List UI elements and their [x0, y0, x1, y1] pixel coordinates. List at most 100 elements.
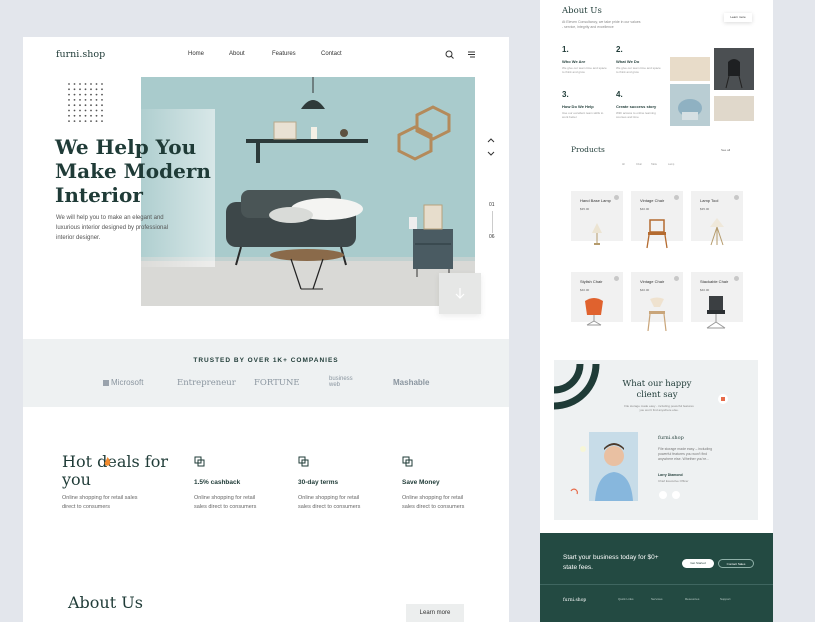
filter-lamp[interactable]: Lamp [668, 163, 674, 166]
about-title: About Us [68, 593, 143, 612]
pattern-dot [79, 120, 81, 122]
lamp-image [710, 218, 724, 246]
product-name: Vintage Chair [640, 198, 665, 203]
page-preview: About Us At Eleven Consultancy, we take … [540, 0, 773, 622]
filter-table[interactable]: Table [651, 163, 657, 166]
trusted-title: TRUSTED BY OVER 1K+ COMPANIES [193, 357, 339, 364]
next-button[interactable] [672, 491, 680, 499]
contact-sales-button[interactable]: Contact Sales [718, 559, 754, 568]
step-2-title: What We Do [616, 59, 640, 64]
about-image-2 [714, 48, 754, 90]
decorative-arcs [554, 363, 600, 410]
footer-col-quick-links[interactable]: Quick Links [618, 596, 634, 602]
cta-text: Start your business today for $0+ state … [563, 554, 659, 571]
about-image-1 [670, 57, 710, 81]
favorite-icon[interactable] [734, 276, 739, 281]
pattern-dot [73, 109, 76, 112]
product-price: $40.00 [640, 288, 650, 292]
pattern-dot [95, 83, 98, 85]
pattern-dot [90, 93, 92, 96]
logo-business-web: business web [329, 376, 353, 388]
step-1-number: 1. [562, 45, 569, 54]
deal-terms-text: Online shopping for retail sales direct … [298, 495, 361, 510]
filter-chair[interactable]: Chair [636, 163, 642, 166]
pattern-dot [84, 120, 87, 122]
favorite-icon[interactable] [614, 276, 619, 281]
pattern-dot [95, 120, 98, 122]
pattern-dot [79, 83, 81, 85]
logo-microsoft: Microsoft [103, 378, 143, 387]
product-price: $35.00 [580, 207, 590, 211]
landing-page: furni.shop Home About Features Contact W… [23, 37, 509, 622]
step-4-title: Create success story [616, 104, 657, 109]
scroll-down-button[interactable] [439, 273, 481, 314]
pattern-dot [101, 120, 103, 122]
pattern-dot [95, 93, 98, 96]
product-name: Hand Base Lamp [580, 198, 611, 203]
footer-col-resources[interactable]: Resources [685, 596, 699, 602]
footer-col-services[interactable]: Services [651, 596, 663, 602]
favorite-icon[interactable] [614, 195, 619, 200]
pattern-dot [95, 99, 98, 101]
product-price: $40.00 [580, 288, 590, 292]
slide-indicator [492, 211, 493, 233]
nav-features[interactable]: Features [272, 51, 296, 57]
product-price: $35.00 [700, 207, 710, 211]
pattern-dot [68, 109, 70, 112]
pattern-dot [68, 120, 70, 122]
hero-subtitle: We will help you to make an elegant and … [56, 215, 169, 241]
footer-col-support[interactable]: Support [720, 596, 731, 602]
search-icon[interactable] [445, 50, 454, 59]
step-1-text: We give our team time and space to think… [562, 66, 607, 74]
deals-subtitle: Online shopping for retail sales direct … [62, 495, 138, 510]
favorite-icon[interactable] [674, 195, 679, 200]
footer-section [540, 533, 773, 622]
pattern-dot [79, 109, 81, 112]
learn-more-button[interactable]: Learn more [406, 604, 464, 622]
nav-home[interactable]: Home [188, 51, 204, 57]
menu-icon[interactable] [467, 50, 476, 59]
product-price: $40.00 [700, 288, 710, 292]
deals-title: Hot deals for you [62, 452, 168, 489]
prev-button[interactable] [659, 491, 667, 499]
logo-fortune: FORTUNE [254, 378, 300, 388]
step-3-text: Use our excellent team skills to work be… [562, 111, 604, 119]
pattern-dot [79, 93, 81, 96]
pattern-dot [68, 104, 70, 107]
pattern-dot [68, 83, 70, 85]
products-see-all[interactable]: See all [721, 148, 730, 152]
chevron-down-icon[interactable] [487, 151, 495, 157]
step-2-number: 2. [616, 45, 623, 54]
pattern-dot [73, 114, 76, 117]
pattern-dot [101, 88, 103, 91]
filter-all[interactable]: All [622, 163, 625, 166]
pattern-dot [90, 120, 92, 122]
logo-mashable: Mashable [393, 378, 430, 387]
pattern-dot [95, 104, 98, 107]
favorite-icon[interactable] [734, 195, 739, 200]
pattern-dot [84, 83, 87, 85]
get-started-button[interactable]: Get Started [682, 559, 714, 568]
favorite-icon[interactable] [674, 276, 679, 281]
product-price: $40.00 [640, 207, 650, 211]
nav-contact[interactable]: Contact [321, 51, 342, 57]
client-role: Chief Executive Officer [658, 479, 689, 483]
pattern-dot [79, 99, 81, 101]
pattern-dot [90, 99, 92, 101]
chevron-up-icon[interactable] [487, 137, 495, 143]
testimonial-title: What our happy client say [622, 379, 692, 400]
pattern-dot [84, 104, 87, 107]
client-photo [589, 432, 638, 501]
step-3-title: How Do We Help [562, 104, 594, 109]
brand-logo[interactable]: furni.shop [56, 49, 105, 60]
product-name: Stylish Chair [580, 279, 603, 284]
about-image-3 [670, 84, 710, 126]
gift-badge [718, 394, 728, 404]
pattern-dot [73, 83, 76, 85]
pattern-dot [101, 104, 103, 107]
pattern-dot [73, 104, 76, 107]
slide-current: 01 [489, 202, 495, 208]
nav-about[interactable]: About [229, 51, 245, 57]
preview-learn-more-button[interactable]: Learn more [724, 13, 752, 22]
pattern-dot [79, 104, 81, 107]
